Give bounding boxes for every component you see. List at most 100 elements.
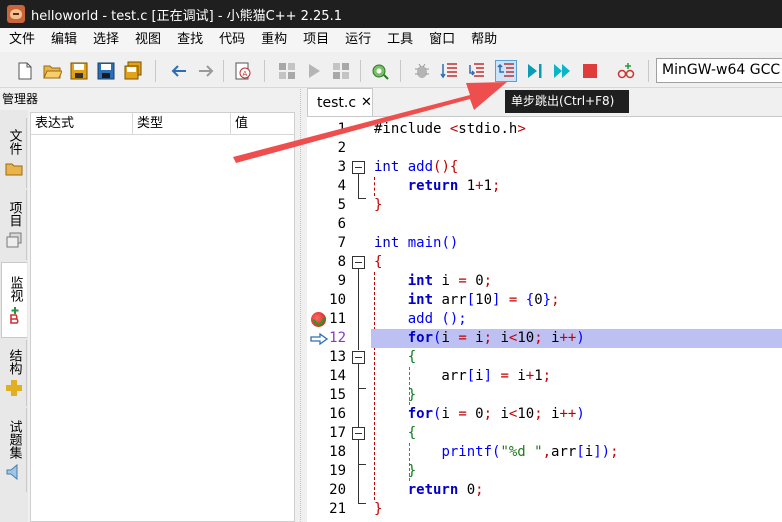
close-icon[interactable]: ✕	[361, 95, 372, 110]
menu-help[interactable]: 帮助	[462, 28, 504, 52]
tab-watch-label: 监视	[7, 276, 23, 302]
line-number: 7	[337, 235, 346, 251]
fold-end	[358, 198, 366, 199]
step-out-icon[interactable]	[495, 60, 517, 82]
line-number: 5	[337, 197, 346, 213]
fold-line	[358, 389, 359, 427]
menu-code[interactable]: 代码	[210, 28, 252, 52]
run-icon[interactable]	[303, 60, 325, 82]
line-number: 21	[329, 501, 346, 517]
line-number: 16	[329, 406, 346, 422]
line-number: 15	[329, 387, 346, 403]
line-number: 8	[337, 254, 346, 270]
column-expression[interactable]: 表达式	[31, 113, 133, 134]
code-editor[interactable]: 1 2 3 4 5 6 7 8 9 10 11 12 13 14 15 16 1…	[307, 116, 782, 522]
line-number: 1	[337, 121, 346, 137]
code-line-13: {	[407, 349, 417, 365]
step-out-tooltip: 单步跳出(Ctrl+F8)	[505, 90, 629, 113]
rebuild-icon[interactable]	[369, 60, 391, 82]
menu-select[interactable]: 选择	[84, 28, 126, 52]
column-type[interactable]: 类型	[133, 113, 231, 134]
compiler-select[interactable]: MinGW-w64 GCC	[656, 58, 782, 83]
fold-toggle-icon[interactable]	[352, 351, 365, 364]
debug-icon[interactable]	[411, 60, 433, 82]
tab-files-label: 文件	[6, 129, 22, 155]
code-line-7: int main()	[374, 235, 459, 251]
code-line-21: }	[374, 501, 383, 517]
toolbar-separator	[264, 60, 265, 82]
tab-watch[interactable]: 监视	[1, 262, 27, 338]
folder-icon	[5, 163, 22, 176]
tab-problem-set[interactable]: 试题集	[1, 408, 27, 492]
code-line-19: }	[407, 463, 417, 479]
menu-view[interactable]: 视图	[126, 28, 168, 52]
tab-files[interactable]: 文件	[1, 118, 27, 188]
step-over-icon[interactable]	[438, 60, 460, 82]
fold-line	[358, 465, 359, 503]
watch-panel[interactable]: 表达式 类型 值	[30, 112, 295, 522]
watch-header: 表达式 类型 值	[31, 113, 294, 135]
compile-run-icon[interactable]	[330, 60, 352, 82]
fold-toggle-icon[interactable]	[352, 161, 365, 174]
fold-toggle-icon[interactable]	[352, 427, 365, 440]
fold-end	[358, 503, 366, 504]
column-value[interactable]: 值	[231, 113, 294, 134]
line-number: 11	[329, 311, 346, 327]
tab-structure-label: 结构	[6, 349, 22, 375]
menu-project[interactable]: 项目	[294, 28, 336, 52]
code-line-14: arr[i] = i+1;	[374, 368, 552, 384]
step-into-icon[interactable]	[465, 60, 487, 82]
menu-window[interactable]: 窗口	[420, 28, 462, 52]
format-icon[interactable]: A	[232, 60, 254, 82]
fold-line	[358, 269, 359, 350]
structure-icon	[5, 380, 22, 396]
ide-window: { "window": { "title": "helloworld - tes…	[0, 0, 782, 522]
code-line-18: printf("%d ",arr[i]);	[441, 444, 619, 460]
toolbar-separator	[360, 60, 361, 82]
menu-refactor[interactable]: 重构	[252, 28, 294, 52]
editor-tab-test-c[interactable]: test.c ✕	[307, 88, 373, 116]
fold-gutter	[348, 117, 371, 522]
menu-edit[interactable]: 编辑	[42, 28, 84, 52]
code-line-10: int arr[10] = {0};	[407, 292, 560, 308]
tab-project[interactable]: 项目	[1, 190, 27, 260]
toolbar-separator	[155, 60, 156, 82]
toolbar-separator	[400, 60, 401, 82]
fold-line	[358, 440, 359, 464]
code-line-16: for(i = 0; i<10; i++)	[407, 406, 585, 422]
app-logo-icon	[7, 5, 25, 23]
add-watch-icon[interactable]	[615, 60, 637, 82]
save-all-icon[interactable]	[122, 60, 144, 82]
panel-splitter[interactable]	[300, 89, 305, 522]
svg-text:A: A	[243, 70, 248, 78]
run-to-cursor-icon[interactable]	[524, 60, 546, 82]
code-line-4: return 1+1;	[407, 178, 501, 194]
code-text-area[interactable]: #include <stdio.h> int add(){ return 1+1…	[371, 117, 782, 522]
stop-icon[interactable]	[579, 60, 601, 82]
save-icon[interactable]	[68, 60, 90, 82]
line-number: 20	[329, 482, 346, 498]
menu-file[interactable]: 文件	[0, 28, 42, 52]
line-number: 13	[329, 349, 346, 365]
continue-icon[interactable]	[551, 60, 573, 82]
new-file-icon[interactable]	[14, 60, 36, 82]
menu-tools[interactable]: 工具	[378, 28, 420, 52]
save-as-icon[interactable]	[95, 60, 117, 82]
compile-icon[interactable]	[276, 60, 298, 82]
menu-bar: 文件 编辑 选择 视图 查找 代码 重构 项目 运行 工具 窗口 帮助	[0, 28, 782, 52]
line-number-current: 12	[329, 330, 346, 346]
menu-search[interactable]: 查找	[168, 28, 210, 52]
menu-run[interactable]: 运行	[336, 28, 378, 52]
back-icon[interactable]	[168, 60, 190, 82]
line-number: 3	[337, 159, 346, 175]
line-number: 6	[337, 216, 346, 232]
window-title: helloworld - test.c [正在调试] - 小熊猫C++ 2.25…	[31, 8, 342, 24]
code-line-11: add ();	[407, 311, 467, 327]
line-number-gutter[interactable]: 1 2 3 4 5 6 7 8 9 10 11 12 13 14 15 16 1…	[307, 117, 348, 522]
side-tab-bar: 文件 项目 监视 结构 试题集	[0, 110, 28, 522]
forward-icon[interactable]	[195, 60, 217, 82]
tab-structure[interactable]: 结构	[1, 340, 27, 406]
line-number: 18	[329, 444, 346, 460]
open-file-icon[interactable]	[41, 60, 63, 82]
fold-toggle-icon[interactable]	[352, 256, 365, 269]
